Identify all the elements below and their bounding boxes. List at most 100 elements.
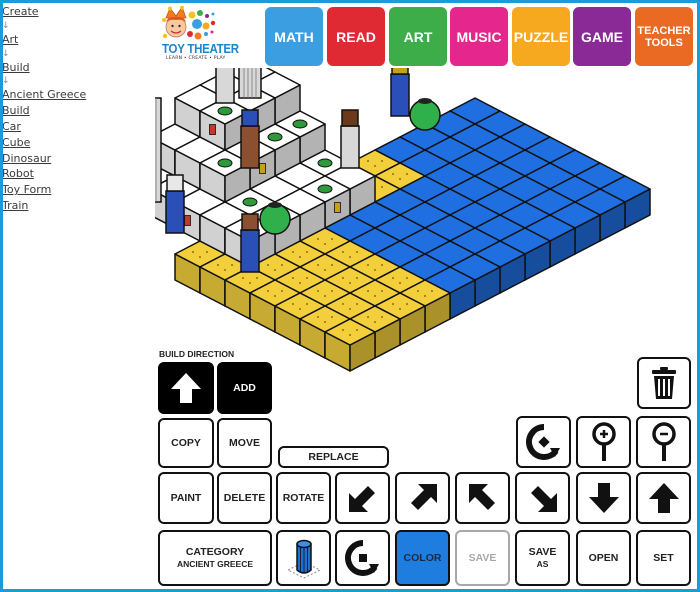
nav-game-button[interactable]: GAME (573, 7, 631, 66)
sand-speckle (356, 329, 358, 331)
sidebar-link-build[interactable]: Build (2, 103, 152, 119)
villager-figure[interactable] (340, 109, 360, 169)
sand-speckle (374, 269, 376, 271)
selected-piece-button[interactable] (276, 530, 331, 586)
breadcrumb-ancient-greece[interactable]: Ancient Greece (2, 87, 152, 103)
nav-math-button[interactable]: MATH (265, 7, 323, 66)
sidebar-link-cube[interactable]: Cube (2, 135, 152, 151)
nav-teacher-tools-button[interactable]: TEACHER TOOLS (635, 7, 693, 66)
figure-head (166, 174, 184, 192)
sand-speckle (292, 251, 294, 253)
nav-music-button[interactable]: MUSIC (450, 7, 508, 66)
sidebar-link-train[interactable]: Train (2, 198, 152, 214)
column-back[interactable] (238, 68, 262, 99)
build-direction-button[interactable] (158, 362, 214, 414)
sand-speckle (342, 251, 344, 253)
save-as-label-line1: SAVE (528, 546, 557, 558)
sand-speckle (381, 316, 383, 318)
rotate-button[interactable]: ROTATE (276, 472, 331, 524)
guard-figure[interactable] (165, 174, 185, 234)
replace-button[interactable]: REPLACE (278, 446, 389, 468)
sand-speckle (292, 303, 294, 305)
zoom-out-button[interactable] (636, 416, 691, 468)
breadcrumb-create[interactable]: Create (2, 4, 152, 20)
sand-speckle (206, 251, 208, 253)
sand-speckle (331, 238, 333, 240)
rotate-view-button[interactable] (516, 416, 571, 468)
sidebar: Create ↓ Art ↓ Build ↓ Ancient Greece Bu… (2, 4, 152, 214)
sand-speckle (292, 277, 294, 279)
sand-speckle (374, 295, 376, 297)
open-button[interactable]: OPEN (576, 530, 631, 586)
breadcrumb-separator: ↓ (2, 20, 10, 31)
paint-button[interactable]: PAINT (158, 472, 214, 524)
sand-speckle (299, 256, 301, 258)
sand-speckle (342, 329, 344, 331)
vase-mouth (268, 202, 282, 208)
sand-speckle (274, 295, 276, 297)
guard-figure[interactable] (390, 68, 410, 117)
set-button[interactable]: SET (636, 530, 691, 586)
sand-speckle (342, 277, 344, 279)
move-northeast-button[interactable] (395, 472, 450, 524)
sidebar-link-robot[interactable]: Robot (2, 166, 152, 182)
hieroglyph-icon (292, 119, 308, 129)
category-title: CATEGORY (185, 546, 245, 558)
delete-button[interactable]: DELETE (217, 472, 272, 524)
zoom-in-button[interactable] (576, 416, 631, 468)
save-button[interactable]: SAVE (455, 530, 510, 586)
move-down-button[interactable] (576, 472, 631, 524)
sand-speckle (267, 290, 269, 292)
figure-head (241, 109, 259, 127)
breadcrumb-art[interactable]: Art (2, 32, 152, 48)
move-southeast-button[interactable] (515, 472, 570, 524)
sand-speckle (406, 277, 408, 279)
sand-speckle (331, 290, 333, 292)
sand-speckle (374, 321, 376, 323)
figure-body (165, 190, 185, 234)
sand-speckle (374, 165, 376, 167)
breadcrumb-separator: ↓ (2, 48, 10, 59)
priest-figure[interactable] (215, 68, 235, 104)
zoom-out-icon (651, 422, 676, 461)
green-vase[interactable] (409, 98, 441, 131)
sand-speckle (406, 303, 408, 305)
nav-puzzle-button[interactable]: PUZZLE (512, 7, 570, 66)
sidebar-link-car[interactable]: Car (2, 119, 152, 135)
figure-body (340, 125, 360, 169)
sand-speckle (299, 282, 301, 284)
sand-speckle (367, 160, 369, 162)
toy-theater-logo[interactable]: TOY THEATER LEARN • CREATE • PLAY (160, 5, 239, 66)
move-southwest-button[interactable] (335, 472, 390, 524)
breadcrumb-build[interactable]: Build (2, 60, 152, 76)
move-northwest-button[interactable] (455, 472, 510, 524)
logo-tagline: LEARN • CREATE • PLAY (166, 56, 226, 61)
hieroglyph-icon (184, 215, 191, 226)
sidebar-link-dinosaur[interactable]: Dinosaur (2, 151, 152, 167)
sand-speckle (381, 264, 383, 266)
arrow-down-left-icon (348, 486, 375, 512)
build-direction-label: BUILD DIRECTION (159, 349, 235, 359)
sidebar-link-toy-form[interactable]: Toy Form (2, 182, 152, 198)
save-as-button[interactable]: SAVE AS (515, 530, 570, 586)
category-button[interactable]: CATEGORY ANCIENT GREECE (158, 530, 272, 586)
rotate-piece-button[interactable] (335, 530, 390, 586)
sand-speckle (349, 256, 351, 258)
pharaoh-figure[interactable] (240, 109, 260, 169)
sand-speckle (356, 277, 358, 279)
sand-speckle (199, 256, 201, 258)
copy-button[interactable]: COPY (158, 418, 214, 468)
sand-speckle (392, 173, 394, 175)
sand-speckle (324, 295, 326, 297)
column-left[interactable] (155, 97, 162, 203)
sand-speckle (256, 277, 258, 279)
nav-art-button[interactable]: ART (389, 7, 447, 66)
guard-figure[interactable] (240, 213, 260, 273)
color-button[interactable]: COLOR (395, 530, 450, 586)
add-button[interactable]: ADD (217, 362, 272, 414)
move-button[interactable]: MOVE (217, 418, 272, 468)
logo-title: TOY THEATER (162, 42, 239, 56)
nav-read-button[interactable]: READ (327, 7, 385, 66)
trash-button[interactable] (637, 357, 691, 409)
move-up-button[interactable] (636, 472, 691, 524)
